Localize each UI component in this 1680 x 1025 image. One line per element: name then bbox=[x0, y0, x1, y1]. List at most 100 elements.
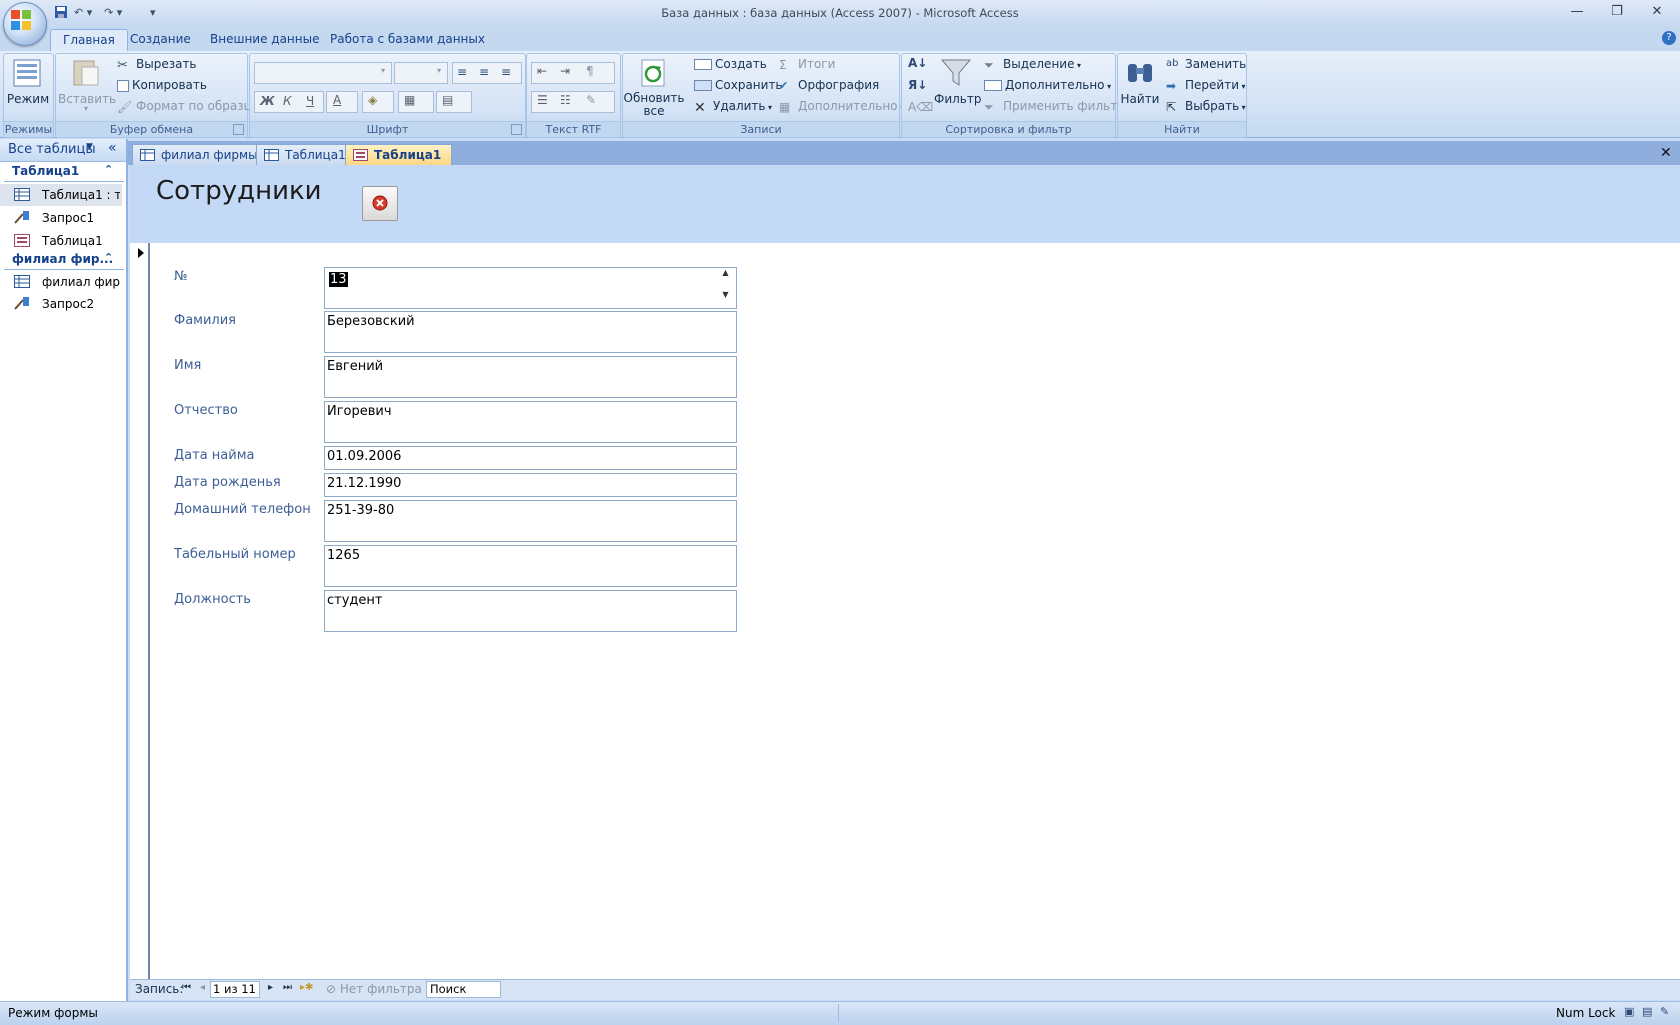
nav-header[interactable]: Все таблицы ▼ « bbox=[0, 139, 126, 162]
last-record-icon[interactable]: ⏭ bbox=[283, 982, 292, 993]
apply-filter-button[interactable]: ⏷ Применить фильтр bbox=[984, 99, 1125, 114]
increase-indent-icon[interactable]: ⇥ bbox=[560, 64, 570, 78]
font-launcher-icon[interactable] bbox=[511, 124, 522, 135]
doc-tab-table1[interactable]: Таблица1 bbox=[256, 144, 357, 166]
format-painter-button[interactable]: 🖌 Формат по образцу bbox=[117, 99, 259, 114]
filter-funnel-icon[interactable] bbox=[940, 58, 972, 88]
save-record-button[interactable]: Сохранить bbox=[694, 78, 783, 92]
view-mode-icon[interactable] bbox=[12, 58, 42, 88]
paste-dropdown-icon[interactable]: ▾ bbox=[84, 104, 88, 113]
copy-button[interactable]: Копировать bbox=[117, 78, 207, 92]
maximize-button[interactable]: ❐ bbox=[1602, 4, 1632, 19]
align-right-icon[interactable]: ≡ bbox=[501, 65, 511, 79]
filter-button[interactable]: Фильтр bbox=[934, 92, 981, 106]
align-center-icon[interactable]: ≡ bbox=[479, 65, 489, 79]
tab-create[interactable]: Создание bbox=[118, 29, 203, 51]
font-size-dropdown-icon[interactable]: ▾ bbox=[437, 66, 441, 75]
select-button[interactable]: ⇱ Выбрать ▾ bbox=[1166, 99, 1246, 114]
refresh-icon[interactable] bbox=[638, 57, 670, 89]
field-input-home-phone[interactable]: 251-39-80 bbox=[324, 500, 737, 542]
clipboard-launcher-icon[interactable] bbox=[233, 124, 244, 135]
tab-database-tools[interactable]: Работа с базами данных bbox=[318, 29, 497, 51]
cut-button[interactable]: ✂ Вырезать bbox=[117, 57, 197, 73]
field-input-position[interactable]: студент bbox=[324, 590, 737, 632]
new-record-button[interactable]: Создать bbox=[694, 57, 767, 71]
next-record-icon[interactable]: ▸ bbox=[268, 982, 273, 993]
font-name-combo[interactable] bbox=[254, 62, 392, 84]
nav-header-title: Все таблицы bbox=[8, 142, 96, 157]
spelling-button[interactable]: ✔ Орфография bbox=[779, 78, 879, 93]
field-input-number[interactable]: 13 bbox=[324, 267, 737, 309]
doc-tab-branch-table[interactable]: филиал фирмы bbox=[132, 144, 269, 166]
record-search-input[interactable]: Поиск bbox=[426, 981, 501, 998]
highlight-icon[interactable]: ✎ bbox=[586, 93, 596, 107]
nav-item-query2[interactable]: Запрос2 bbox=[0, 293, 122, 315]
more-records-button[interactable]: ▦Дополнительно ▾ bbox=[779, 99, 904, 114]
gridlines-button[interactable]: ▦ bbox=[398, 91, 434, 113]
field-input-employee-number[interactable]: 1265 bbox=[324, 545, 737, 587]
field-input-birth-date[interactable]: 21.12.1990 bbox=[324, 473, 737, 497]
no-filter-button[interactable]: ⊘ Нет фильтра bbox=[326, 982, 422, 996]
nav-item-table1-table[interactable]: Таблица1 : т... bbox=[0, 184, 122, 206]
font-name-dropdown-icon[interactable]: ▾ bbox=[381, 66, 385, 75]
field-input-surname[interactable]: Березовский bbox=[324, 311, 737, 353]
previous-record-icon[interactable]: ◂ bbox=[200, 982, 205, 993]
alt-row-color-button[interactable]: ▤ bbox=[436, 91, 472, 113]
close-form-button[interactable] bbox=[362, 186, 398, 221]
nav-group-table1[interactable]: Таблица1 ⌃ bbox=[4, 163, 124, 182]
numbered-list-icon[interactable]: ☰ bbox=[537, 93, 548, 107]
align-left-icon[interactable]: ≡ bbox=[457, 65, 467, 79]
sort-ascending-icon[interactable]: A↓ bbox=[908, 56, 927, 70]
font-color-button[interactable]: A bbox=[326, 91, 358, 113]
doc-tab-table1-form[interactable]: Таблица1 bbox=[345, 144, 453, 166]
nav-item-table1-form[interactable]: Таблица1 bbox=[0, 230, 122, 252]
design-view-icon[interactable]: ✎ bbox=[1660, 1005, 1669, 1018]
scroll-up-arrow-icon[interactable]: ▲ bbox=[717, 268, 734, 286]
italic-button[interactable]: К bbox=[283, 94, 292, 108]
totals-button[interactable]: Σ Итоги bbox=[779, 57, 835, 72]
tab-external-data[interactable]: Внешние данные bbox=[198, 29, 331, 51]
paste-icon[interactable] bbox=[70, 57, 102, 89]
clear-sort-icon[interactable]: A⌫ bbox=[908, 100, 933, 114]
record-selector[interactable] bbox=[130, 243, 150, 979]
bulleted-list-icon[interactable]: ☷ bbox=[560, 93, 571, 107]
find-button[interactable]: Найти bbox=[1118, 92, 1162, 106]
underline-button[interactable]: Ч bbox=[306, 94, 314, 108]
nav-group-branch[interactable]: филиал фир... ⌃ bbox=[4, 251, 124, 270]
replace-button[interactable]: ab Заменить bbox=[1166, 57, 1246, 72]
minimize-button[interactable]: — bbox=[1562, 4, 1592, 19]
bold-button[interactable]: Ж bbox=[260, 94, 275, 108]
layout-view-icon[interactable]: ▤ bbox=[1642, 1005, 1652, 1018]
paragraph-direction-icon[interactable]: ¶ bbox=[586, 64, 594, 78]
selection-button[interactable]: ⏷ Выделение ▾ bbox=[984, 57, 1081, 72]
goto-button[interactable]: ➡ Перейти ▾ bbox=[1166, 78, 1246, 93]
tab-home[interactable]: Главная bbox=[50, 29, 128, 52]
group-collapse-icon[interactable]: ⌃ bbox=[104, 251, 113, 264]
field-input-name[interactable]: Евгений bbox=[324, 356, 737, 398]
nav-dropdown-icon[interactable]: ▼ bbox=[86, 142, 93, 152]
group-collapse-icon[interactable]: ⌃ bbox=[104, 163, 113, 176]
close-window-button[interactable]: ✕ bbox=[1642, 4, 1672, 19]
current-record-field[interactable]: 1 из 11 bbox=[210, 981, 260, 998]
sort-descending-icon[interactable]: Я↓ bbox=[908, 78, 927, 92]
window-title: База данных : база данных (Access 2007) … bbox=[661, 6, 1019, 20]
query-icon bbox=[14, 297, 29, 310]
field-input-hire-date[interactable]: 01.09.2006 bbox=[324, 446, 737, 470]
first-record-icon[interactable]: ⏮ bbox=[182, 982, 191, 993]
scroll-down-arrow-icon[interactable]: ▼ bbox=[717, 290, 734, 308]
binoculars-icon[interactable] bbox=[1124, 58, 1156, 88]
decrease-indent-icon[interactable]: ⇤ bbox=[537, 64, 547, 78]
form-view-icon[interactable]: ▣ bbox=[1624, 1005, 1634, 1018]
field-input-patronymic[interactable]: Игоревич bbox=[324, 401, 737, 443]
new-record-nav-icon[interactable]: ▸✱ bbox=[300, 982, 313, 993]
nav-item-query1[interactable]: Запрос1 bbox=[0, 207, 122, 229]
nav-item-branch-table[interactable]: филиал фир... bbox=[0, 271, 122, 293]
delete-record-button[interactable]: ✕ Удалить ▾ bbox=[694, 99, 772, 116]
refresh-all-button[interactable]: Обновить все bbox=[622, 92, 686, 118]
close-document-icon[interactable]: ✕ bbox=[1660, 145, 1672, 161]
nav-collapse-icon[interactable]: « bbox=[108, 140, 117, 156]
view-mode-button[interactable]: Режим bbox=[3, 92, 53, 106]
advanced-filter-button[interactable]: Дополнительно ▾ bbox=[984, 78, 1111, 92]
help-icon[interactable]: ? bbox=[1662, 31, 1676, 45]
fill-color-button[interactable]: ◈ bbox=[362, 91, 394, 113]
